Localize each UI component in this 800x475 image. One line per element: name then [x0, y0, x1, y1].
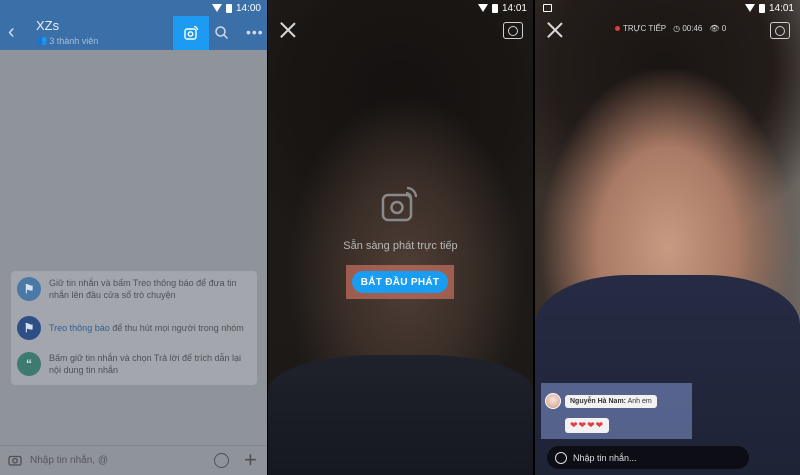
avatar [545, 393, 561, 409]
search-icon[interactable] [214, 25, 229, 40]
wifi-icon [211, 4, 222, 12]
switch-camera-icon[interactable] [503, 22, 523, 39]
comment-text: Anh em [627, 397, 652, 405]
add-icon[interactable]: + [244, 448, 257, 472]
hearts-reaction: ❤❤❤❤ [565, 418, 610, 433]
comment-author: Nguyễn Hà Nam: [570, 397, 627, 405]
member-count: 👥 3 thành viên [36, 35, 98, 46]
gallery-icon [543, 4, 552, 12]
tip-flag-highlight[interactable]: Treo thông báo [49, 323, 110, 333]
pin-icon: ⚑ [17, 277, 41, 301]
member-count-text: 3 thành viên [49, 35, 99, 46]
duration-text: 00:46 [682, 24, 703, 33]
eye-icon: 👁 [709, 24, 722, 33]
tip-flag-rest: để thu hút mọi người trong nhóm [109, 323, 244, 333]
status-bar: 14:01 [268, 0, 533, 16]
comments-highlight: Nguyễn Hà Nam: Anh em ❤❤❤❤ [541, 383, 692, 439]
status-bar: 14:00 [0, 0, 267, 16]
back-arrow-icon[interactable]: ‹ [8, 22, 15, 42]
duration: ◷ 00:46 [673, 24, 702, 33]
tips-card: ⚑ Giữ tin nhắn và bấm Treo thông báo để … [11, 271, 257, 385]
start-live-button[interactable]: BẮT ĐẦU PHÁT [352, 271, 448, 293]
battery-icon [758, 3, 765, 13]
live-label: TRỰC TIẾP [623, 24, 667, 33]
tip-quote-text: Bấm giữ tin nhắn và chọn Trả lời để tríc… [49, 353, 242, 375]
flag-icon: ⚑ [17, 316, 41, 340]
tip-flag-text: Treo thông báo để thu hút mọi người tron… [49, 322, 244, 334]
camera-icon[interactable] [8, 454, 22, 466]
battery-icon [491, 3, 498, 13]
wifi-icon [477, 4, 488, 12]
live-screen: 14:01 TRỰC TIẾP ◷ 00:46 👁 0 Nguyễn Hà Na… [535, 0, 800, 475]
livestream-camera-icon [184, 25, 199, 40]
battery-icon [225, 3, 232, 13]
ready-text: Sẵn sàng phát trực tiếp [343, 240, 458, 252]
live-ready-screen: 14:01 Sẵn sàng phát trực tiếp BẮT ĐẦU PH… [268, 0, 533, 475]
live-dot-icon [615, 26, 620, 31]
close-icon[interactable] [547, 22, 563, 38]
live-video-body [535, 275, 800, 475]
message-input-bar: Nhập tin nhắn, @ + [0, 445, 267, 475]
status-time: 14:00 [235, 2, 261, 14]
comment-bubble: Nguyễn Hà Nam: Anh em [565, 394, 657, 408]
status-bar: 14:01 [535, 0, 800, 16]
livestream-button[interactable] [173, 16, 209, 50]
live-info: TRỰC TIẾP ◷ 00:46 👁 0 [615, 24, 726, 33]
message-input[interactable]: Nhập tin nhắn, @ [30, 455, 108, 466]
preview-dim-overlay [268, 0, 533, 475]
start-button-highlight: BẮT ĐẦU PHÁT [346, 265, 454, 299]
clock-icon: ◷ [673, 24, 683, 33]
quote-icon: “ [17, 352, 41, 376]
viewer-count: 👁 0 [709, 24, 726, 33]
status-time: 14:01 [768, 2, 794, 14]
tip-pin-text: Giữ tin nhắn và bấm Treo thông báo để đư… [49, 278, 237, 300]
emoji-icon[interactable] [214, 453, 229, 468]
chat-screen: 14:00 ‹ XZs 👥 3 thành viên ••• ⚑ Giữ tin… [0, 0, 267, 475]
tip-quote: “ Bấm giữ tin nhắn và chọn Trả lời để tr… [17, 352, 251, 376]
live-message-input[interactable]: Nhập tin nhắn... [547, 446, 749, 469]
close-icon[interactable] [280, 22, 296, 38]
switch-camera-icon[interactable] [770, 22, 790, 39]
tip-pin: ⚑ Giữ tin nhắn và bấm Treo thông báo để … [17, 277, 251, 301]
comment-item: Nguyễn Hà Nam: Anh em [545, 393, 657, 409]
message-area [0, 50, 267, 445]
group-name: XZs [36, 18, 60, 33]
live-message-placeholder: Nhập tin nhắn... [573, 452, 637, 463]
more-options-icon[interactable]: ••• [246, 24, 264, 40]
tip-flag: ⚑ Treo thông báo để thu hút mọi người tr… [17, 316, 251, 340]
emoji-icon[interactable] [555, 451, 567, 464]
chat-header: ‹ XZs 👥 3 thành viên ••• [0, 16, 267, 50]
wifi-icon [744, 4, 755, 12]
viewer-count-text: 0 [721, 24, 727, 33]
livestream-camera-icon [381, 186, 418, 222]
members-icon: 👥 [36, 35, 48, 45]
live-badge: TRỰC TIẾP [615, 24, 666, 33]
status-time: 14:01 [501, 2, 527, 14]
